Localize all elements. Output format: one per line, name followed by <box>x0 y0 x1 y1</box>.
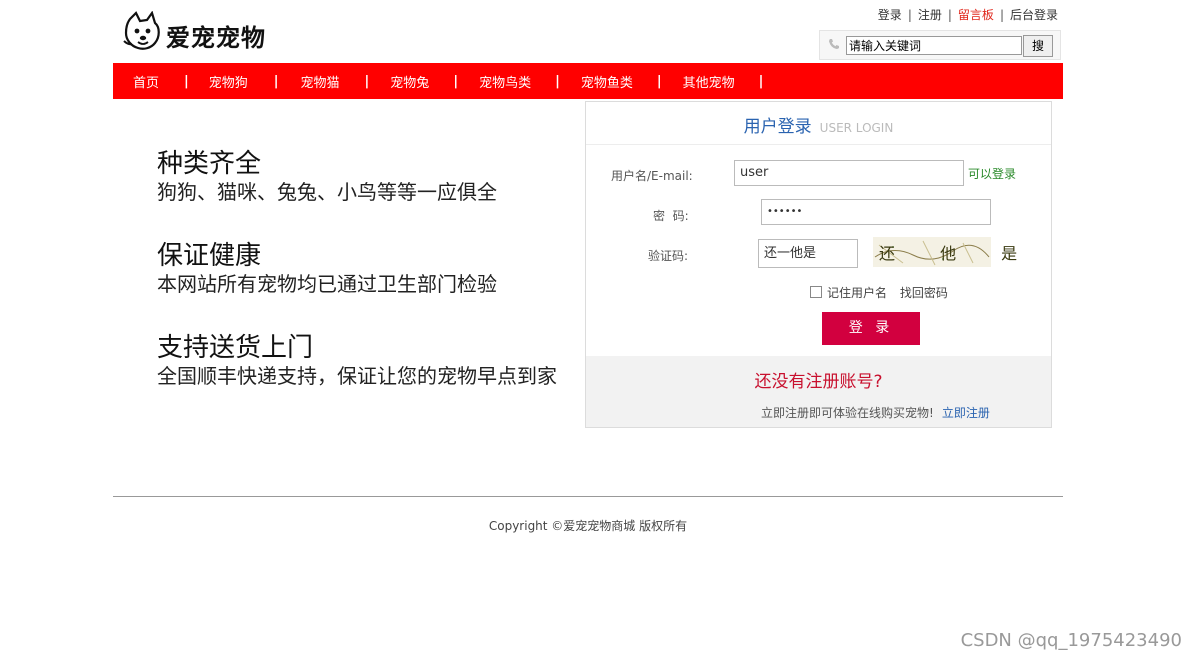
register-now-link[interactable]: 立即注册 <box>942 406 990 420</box>
login-title-en: USER LOGIN <box>819 121 894 135</box>
nav-item-label: 首页 <box>133 75 160 91</box>
captcha-image[interactable]: 还 他 是 <box>873 237 1017 267</box>
nav-separator: | <box>555 73 560 89</box>
login-button[interactable]: 登 录 <box>822 312 920 345</box>
nav-separator: | <box>453 73 459 89</box>
site-logo[interactable]: 爱宠宠物 <box>122 11 282 53</box>
register-link[interactable]: 注册 <box>918 8 942 22</box>
login-panel: 用户登录 USER LOGIN 用户名/E-mail: user 可以登录 密 码… <box>585 101 1052 428</box>
login-title-cn: 用户登录 <box>743 117 812 137</box>
login-title: 用户登录 USER LOGIN <box>586 112 1051 137</box>
password-label: 密 码: <box>653 209 689 223</box>
username-status: 可以登录 <box>968 167 1017 181</box>
phone-icon <box>829 39 839 49</box>
register-prompt: 立即注册即可体验在线购买宠物! <box>761 406 934 420</box>
remember-row: 记住用户名 找回密码 <box>810 284 948 301</box>
guestbook-link[interactable]: 留言板 <box>958 8 994 22</box>
feature-title: 支持送货上门 <box>157 333 314 363</box>
register-area: 还没有注册账号? 立即注册即可体验在线购买宠物! 立即注册 <box>586 356 1051 427</box>
username-input[interactable]: user <box>734 160 964 186</box>
nav-item-label: 宠物狗 <box>208 75 248 91</box>
nav-separator: | <box>656 73 662 89</box>
feature-desc: 本网站所有宠物均已通过卫生部门检验 <box>157 272 497 296</box>
username-label: 用户名/E-mail: <box>611 169 693 183</box>
divider <box>586 144 1051 145</box>
captcha-input[interactable]: 还一他是 <box>758 239 858 268</box>
nav-item-label: 宠物兔 <box>390 75 430 91</box>
forgot-password-link[interactable]: 找回密码 <box>900 286 948 300</box>
nav-item-dogs[interactable]: 宠物狗 | <box>209 72 301 91</box>
captcha-text: 还 他 是 <box>879 244 1038 263</box>
nav-separator: | <box>273 73 279 89</box>
brand-name: 爱宠宠物 <box>166 24 266 52</box>
search-button[interactable]: 搜 <box>1023 35 1053 57</box>
main-nav: 首页 | 宠物狗 | 宠物猫 | 宠物兔 | 宠物鸟类 | 宠物鱼类 | 其他宠物 | <box>113 63 1063 99</box>
admin-login-link[interactable]: 后台登录 <box>1010 8 1058 22</box>
no-account-text: 还没有注册账号? <box>754 372 883 392</box>
dog-head-icon <box>123 11 160 50</box>
feature-block: 保证健康 本网站所有宠物均已通过卫生部门检验 <box>157 240 497 296</box>
nav-item-rabbits[interactable]: 宠物兔 | <box>390 72 479 91</box>
nav-separator: | <box>364 73 370 89</box>
top-links: 登录 | 注册 | 留言板 | 后台登录 <box>878 6 1058 23</box>
nav-item-cats[interactable]: 宠物猫 | <box>301 72 391 91</box>
password-input[interactable]: •••••• <box>761 199 991 225</box>
footer-divider <box>113 496 1063 497</box>
feature-desc: 全国顺丰快递支持，保证让您的宠物早点到家 <box>157 364 557 388</box>
nav-separator: | <box>758 73 764 89</box>
nav-item-label: 其他宠物 <box>682 75 735 91</box>
feature-title: 种类齐全 <box>157 149 262 179</box>
feature-desc: 狗狗、猫咪、兔兔、小鸟等等一应俱全 <box>157 180 497 204</box>
remember-checkbox[interactable] <box>810 286 822 298</box>
nav-item-label: 宠物鸟类 <box>479 75 532 91</box>
captcha-label: 验证码: <box>648 249 689 263</box>
search-input[interactable] <box>846 36 1022 55</box>
nav-item-label: 宠物鱼类 <box>580 75 633 91</box>
link-separator: | <box>947 8 952 22</box>
nav-item-birds[interactable]: 宠物鸟类 | <box>479 72 581 91</box>
nav-item-home[interactable]: 首页 | <box>133 72 209 91</box>
feature-title: 保证健康 <box>157 241 262 271</box>
copyright: Copyright ©爱宠宠物商城 版权所有 <box>488 519 688 533</box>
search-box: 搜 <box>819 30 1061 60</box>
feature-block: 支持送货上门 全国顺丰快递支持，保证让您的宠物早点到家 <box>157 332 557 388</box>
remember-label[interactable]: 记住用户名 <box>827 286 887 300</box>
login-link[interactable]: 登录 <box>878 8 902 22</box>
link-separator: | <box>907 8 912 22</box>
watermark: CSDN @qq_1975423490 <box>960 630 1182 651</box>
feature-block: 种类齐全 狗狗、猫咪、兔兔、小鸟等等一应俱全 <box>157 148 497 204</box>
nav-separator: | <box>184 73 189 89</box>
register-prompt-row: 立即注册即可体验在线购买宠物! 立即注册 <box>761 404 990 421</box>
nav-item-others[interactable]: 其他宠物 | <box>683 72 764 91</box>
nav-item-label: 宠物猫 <box>300 75 340 91</box>
nav-item-fish[interactable]: 宠物鱼类 | <box>581 72 683 91</box>
link-separator: | <box>999 8 1004 22</box>
